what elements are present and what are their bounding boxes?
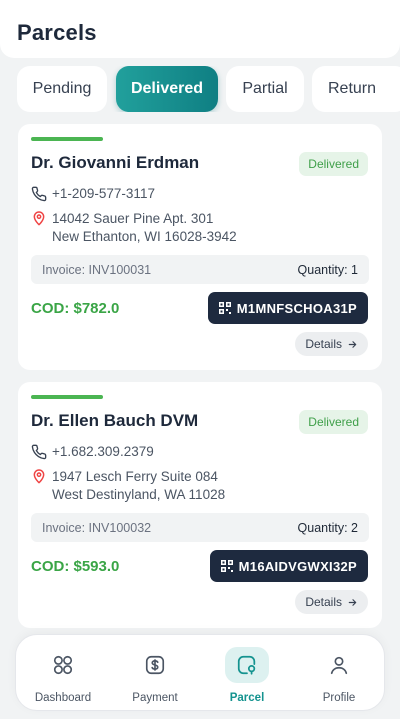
cod-amount: COD: $782.0 [31, 300, 120, 317]
phone-row: +1-209-577-3117 [31, 186, 155, 202]
quantity: Quantity: 2 [297, 520, 358, 535]
nav-label: Profile [322, 692, 356, 704]
card-accent-bar [31, 137, 103, 141]
tab-partial[interactable]: Partial [226, 66, 304, 112]
location-pin-icon [33, 211, 45, 226]
address-line-2: West Destinyland, WA 11028 [52, 487, 226, 502]
details-label: Details [305, 337, 342, 351]
details-button[interactable]: Details [295, 590, 368, 614]
parcel-card[interactable]: Dr. Ellen Bauch DVM Delivered +1.682.309… [18, 382, 382, 628]
phone-icon [31, 444, 47, 460]
recipient-name: Dr. Ellen Bauch DVM [31, 411, 199, 430]
details-button[interactable]: Details [295, 332, 368, 356]
qr-code-icon [220, 560, 233, 572]
invoice-bar: Invoice: INV100032 Quantity: 2 [31, 513, 369, 542]
arrow-right-icon [348, 598, 357, 606]
phone-number: +1.682.309.2379 [52, 444, 154, 459]
arrow-right-icon [348, 340, 357, 348]
nav-profile[interactable]: Profile [304, 647, 374, 707]
nav-dashboard[interactable]: Dashboard [28, 647, 98, 707]
nav-icon-container-active [225, 647, 269, 683]
status-tabs: Pending Delivered Partial Return [17, 66, 400, 112]
address-line-1: 14042 Sauer Pine Apt. 301 [52, 211, 214, 226]
grid-icon [53, 655, 73, 675]
cod-amount: COD: $593.0 [31, 558, 120, 575]
address-line-2: New Ethanton, WI 16028-3942 [52, 229, 237, 244]
nav-icon-container [133, 647, 177, 683]
card-accent-bar [31, 395, 103, 399]
page-title: Parcels [17, 20, 97, 45]
nav-icon-container [317, 647, 361, 683]
qr-code-icon [218, 302, 231, 314]
dollar-icon [145, 655, 165, 675]
phone-row: +1.682.309.2379 [31, 444, 154, 460]
bottom-navigation: Dashboard Payment Parcel Profile [15, 634, 385, 711]
address-row: 1947 Lesch Ferry Suite 084 West Destinyl… [31, 468, 225, 504]
location-pin-icon [33, 469, 45, 484]
nav-label: Parcel [229, 692, 265, 704]
tab-return[interactable]: Return [312, 66, 400, 112]
phone-number: +1-209-577-3117 [52, 186, 155, 201]
invoice-number: Invoice: INV100032 [42, 520, 152, 535]
details-label: Details [305, 595, 342, 609]
tracking-code: M1MNFSCHOA31P [236, 300, 357, 316]
user-icon [330, 656, 348, 675]
status-badge: Delivered [299, 410, 368, 434]
nav-payment[interactable]: Payment [120, 647, 190, 707]
parcel-icon [237, 655, 256, 675]
parcel-card[interactable]: Dr. Giovanni Erdman Delivered +1-209-577… [18, 124, 382, 370]
recipient-name: Dr. Giovanni Erdman [31, 153, 200, 172]
tab-delivered[interactable]: Delivered [116, 66, 218, 112]
tab-pending[interactable]: Pending [17, 66, 107, 112]
top-app-bar: Parcels [0, 0, 400, 58]
status-badge: Delivered [299, 152, 368, 176]
quantity: Quantity: 1 [297, 262, 358, 277]
phone-icon [31, 186, 47, 202]
invoice-number: Invoice: INV100031 [42, 262, 152, 277]
tracking-code: M16AIDVGWXI32P [238, 558, 357, 574]
address-line-1: 1947 Lesch Ferry Suite 084 [52, 469, 218, 484]
tracking-code-button[interactable]: M1MNFSCHOA31P [207, 292, 368, 324]
nav-label: Dashboard [34, 692, 92, 704]
nav-icon-container [41, 647, 85, 683]
invoice-bar: Invoice: INV100031 Quantity: 1 [31, 255, 369, 284]
address-row: 14042 Sauer Pine Apt. 301 New Ethanton, … [31, 210, 237, 246]
nav-parcel[interactable]: Parcel [212, 647, 282, 707]
nav-label: Payment [132, 692, 178, 704]
tracking-code-button[interactable]: M16AIDVGWXI32P [209, 550, 368, 582]
